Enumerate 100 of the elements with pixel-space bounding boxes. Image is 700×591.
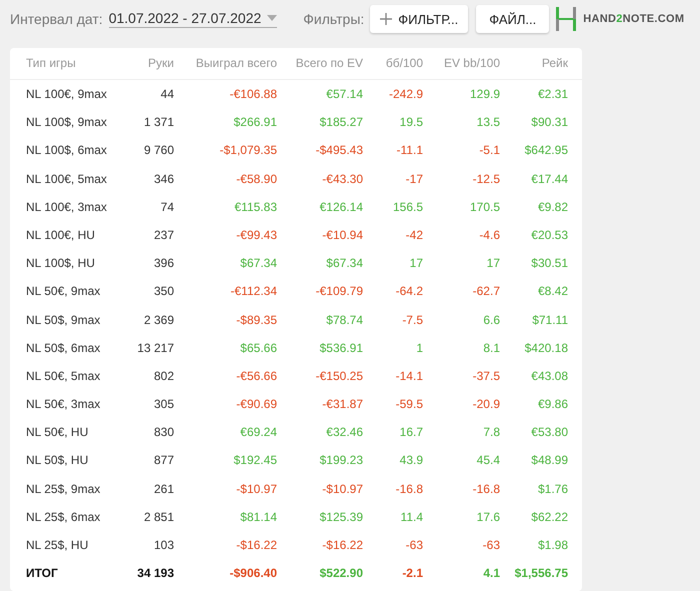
file-button[interactable]: ФАЙЛ... bbox=[476, 5, 550, 33]
value-cell-text: -242.9 bbox=[388, 86, 423, 103]
hands-cell-text: 1 371 bbox=[142, 114, 174, 132]
value-cell-text: €69.24 bbox=[239, 424, 277, 442]
logo-icon bbox=[555, 7, 578, 31]
hands-cell-text: 830 bbox=[152, 424, 174, 442]
hands-cell-text: 877 bbox=[152, 452, 174, 470]
value-cell-text: -$1,079.35 bbox=[218, 142, 277, 160]
game-type-cell-text: NL 25$, 6max bbox=[26, 508, 102, 526]
value-cell-text: $185.27 bbox=[318, 114, 363, 132]
value-cell-text: -€31.87 bbox=[321, 396, 363, 414]
value-cell-text: -€10.94 bbox=[321, 226, 363, 244]
value-cell-text: $1.76 bbox=[536, 480, 568, 498]
value-cell-text: 13.5 bbox=[476, 114, 500, 132]
value-cell-text: €9.82 bbox=[536, 198, 568, 216]
value-cell-text: 4.1 bbox=[482, 565, 500, 582]
value-cell-text: -59.5 bbox=[394, 396, 423, 414]
value-cell-text: $71.11 bbox=[531, 312, 568, 328]
column-header[interactable]: Всего по EV bbox=[277, 48, 363, 80]
game-type-cell-text: NL 25$, 9max bbox=[26, 480, 102, 498]
value-cell-text: -64.2 bbox=[394, 283, 423, 300]
value-cell-text: 1 bbox=[415, 340, 423, 357]
value-cell-text: -4.6 bbox=[478, 226, 500, 244]
value-cell-text: 45.4 bbox=[476, 452, 500, 470]
value-cell-text: 43.9 bbox=[398, 452, 423, 470]
date-label: Интервал дат: bbox=[10, 11, 103, 27]
value-cell-text: 11.4 bbox=[400, 508, 423, 526]
value-cell-text: €126.14 bbox=[318, 198, 363, 216]
value-cell-text: $67.34 bbox=[239, 255, 277, 272]
value-cell-text: $199.23 bbox=[318, 452, 363, 470]
value-cell-text: 17 bbox=[408, 255, 423, 272]
value-cell-text: €43.08 bbox=[530, 368, 568, 385]
value-cell-text: -€56.66 bbox=[235, 368, 277, 385]
value-cell-text: 19.5 bbox=[398, 114, 423, 132]
value-cell-text: -20.9 bbox=[472, 396, 500, 414]
value-cell-text: -11.1 bbox=[396, 142, 423, 160]
value-cell-text: -$16.22 bbox=[235, 537, 277, 554]
date-range-dropdown[interactable]: 01.07.2022 - 27.07.2022 bbox=[108, 10, 278, 28]
value-cell-text: -37.5 bbox=[472, 368, 500, 385]
value-cell-text: $420.18 bbox=[524, 340, 568, 357]
filters-label: Фильтры: bbox=[303, 11, 364, 27]
game-type-cell-text: NL 100$, 9max bbox=[26, 114, 108, 132]
value-cell-text: $1.98 bbox=[536, 537, 568, 554]
value-cell-text: $90.31 bbox=[530, 114, 568, 132]
value-cell-text: -16.8 bbox=[394, 480, 423, 498]
value-cell-text: €53.80 bbox=[530, 424, 568, 442]
value-cell-text: €32.46 bbox=[325, 424, 363, 442]
value-cell-text: 156.5 bbox=[392, 198, 423, 216]
value-cell-text: 129.9 bbox=[468, 86, 500, 103]
hands-cell-text: 2 369 bbox=[142, 312, 174, 328]
value-cell-text: -63 bbox=[482, 537, 500, 554]
hands-cell-text: 261 bbox=[152, 480, 174, 498]
game-type-cell-text: NL 100$, HU bbox=[26, 255, 96, 272]
game-type-cell-text: NL 50$, HU bbox=[26, 452, 90, 470]
value-cell-text: $67.34 bbox=[325, 255, 363, 272]
value-cell-text: -16.8 bbox=[472, 480, 500, 498]
filter-button[interactable]: ФИЛЬТР... bbox=[370, 5, 468, 33]
game-type-cell-text: NL 50$, 6max bbox=[26, 340, 102, 357]
value-cell-text: $192.45 bbox=[232, 452, 277, 470]
column-header[interactable]: Руки bbox=[108, 48, 174, 80]
value-cell-text: -63 bbox=[404, 537, 423, 554]
value-cell-text: $65.66 bbox=[239, 340, 277, 357]
game-type-cell-text: NL 25$, HU bbox=[26, 537, 90, 554]
value-cell-text: -5.1 bbox=[478, 142, 500, 160]
value-cell-text: -2.1 bbox=[401, 565, 423, 582]
value-cell-text: 17.6 bbox=[476, 508, 500, 526]
value-cell-text: $78.74 bbox=[325, 312, 363, 328]
game-type-cell-text: NL 100€, HU bbox=[26, 226, 96, 244]
hands-cell-text: 13 217 bbox=[136, 340, 174, 357]
game-type-cell-text: NL 50€, 5max bbox=[26, 368, 102, 385]
column-header[interactable]: Тип игры bbox=[26, 48, 108, 80]
game-type-cell-text: NL 100€, 9max bbox=[26, 86, 108, 103]
game-type-cell-text: NL 50€, HU bbox=[26, 424, 90, 442]
game-type-cell-text: NL 100€, 3max bbox=[26, 198, 108, 216]
value-cell-text: 16.7 bbox=[398, 424, 423, 442]
hands-cell-text: 346 bbox=[152, 170, 174, 188]
value-cell-text: €2.31 bbox=[536, 86, 568, 103]
value-cell-text: $62.22 bbox=[530, 508, 568, 526]
value-cell-text: $536.91 bbox=[318, 340, 363, 357]
value-cell-text: 6.6 bbox=[482, 312, 500, 328]
logo-text: HAND2NOTE.COM bbox=[583, 13, 684, 25]
value-cell-text: -7.5 bbox=[401, 312, 423, 328]
column-header[interactable]: Рейк bbox=[500, 48, 568, 80]
hands-cell-text: 74 bbox=[160, 198, 174, 216]
value-cell-text: -€43.30 bbox=[321, 170, 363, 188]
hands-cell-text: 2 851 bbox=[142, 508, 174, 526]
value-cell-text: -14.1 bbox=[394, 368, 423, 385]
value-cell-text: $30.51 bbox=[530, 255, 568, 272]
game-type-cell-text: NL 50€, 9max bbox=[26, 283, 102, 300]
value-cell-text: $266.91 bbox=[232, 114, 277, 132]
hands-cell-text: 802 bbox=[152, 368, 174, 385]
value-cell-text: -€150.25 bbox=[314, 368, 363, 385]
column-header[interactable]: EV bb/100 bbox=[423, 48, 500, 80]
value-cell-text: -12.5 bbox=[472, 170, 500, 188]
game-type-cell-text: ИТОГ bbox=[26, 565, 59, 582]
column-header[interactable]: Выиграл всего bbox=[174, 48, 277, 80]
hands-cell-text: 44 bbox=[160, 86, 174, 103]
column-header[interactable]: бб/100 bbox=[363, 48, 423, 80]
game-type-cell-text: NL 50€, 3max bbox=[26, 396, 102, 414]
value-cell-text: 17 bbox=[486, 255, 500, 272]
